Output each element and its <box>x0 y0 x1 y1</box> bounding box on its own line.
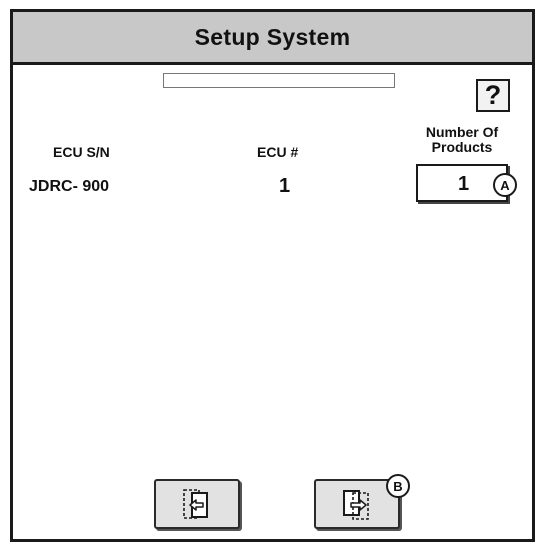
title-bar: Setup System <box>13 12 532 65</box>
back-button[interactable] <box>154 479 240 529</box>
ecu-sn-label: ECU S/N <box>53 144 110 160</box>
help-button[interactable]: ? <box>476 79 510 112</box>
ecu-number-label: ECU # <box>257 144 299 160</box>
number-of-products-label: Number Of Products <box>405 125 519 155</box>
callout-b-label: B <box>393 478 403 494</box>
number-of-products-value: 1 <box>458 173 470 195</box>
ecu-number-value: 1 <box>279 175 291 197</box>
number-of-products-label-line2: Products <box>431 139 493 155</box>
number-of-products-label-line1: Number Of <box>425 124 499 140</box>
callout-a: A <box>493 173 517 197</box>
enter-right-icon <box>343 490 369 520</box>
callout-b: B <box>386 474 410 498</box>
setup-system-window: Setup System ? ECU S/N ECU # Number Of P… <box>10 9 535 542</box>
exit-left-icon <box>183 489 208 519</box>
callout-a-label: A <box>500 177 510 193</box>
page-title: Setup System <box>194 23 351 50</box>
help-icon: ? <box>484 80 502 110</box>
progress-bar <box>163 73 395 88</box>
ecu-sn-value: JDRC- 900 <box>29 178 110 195</box>
